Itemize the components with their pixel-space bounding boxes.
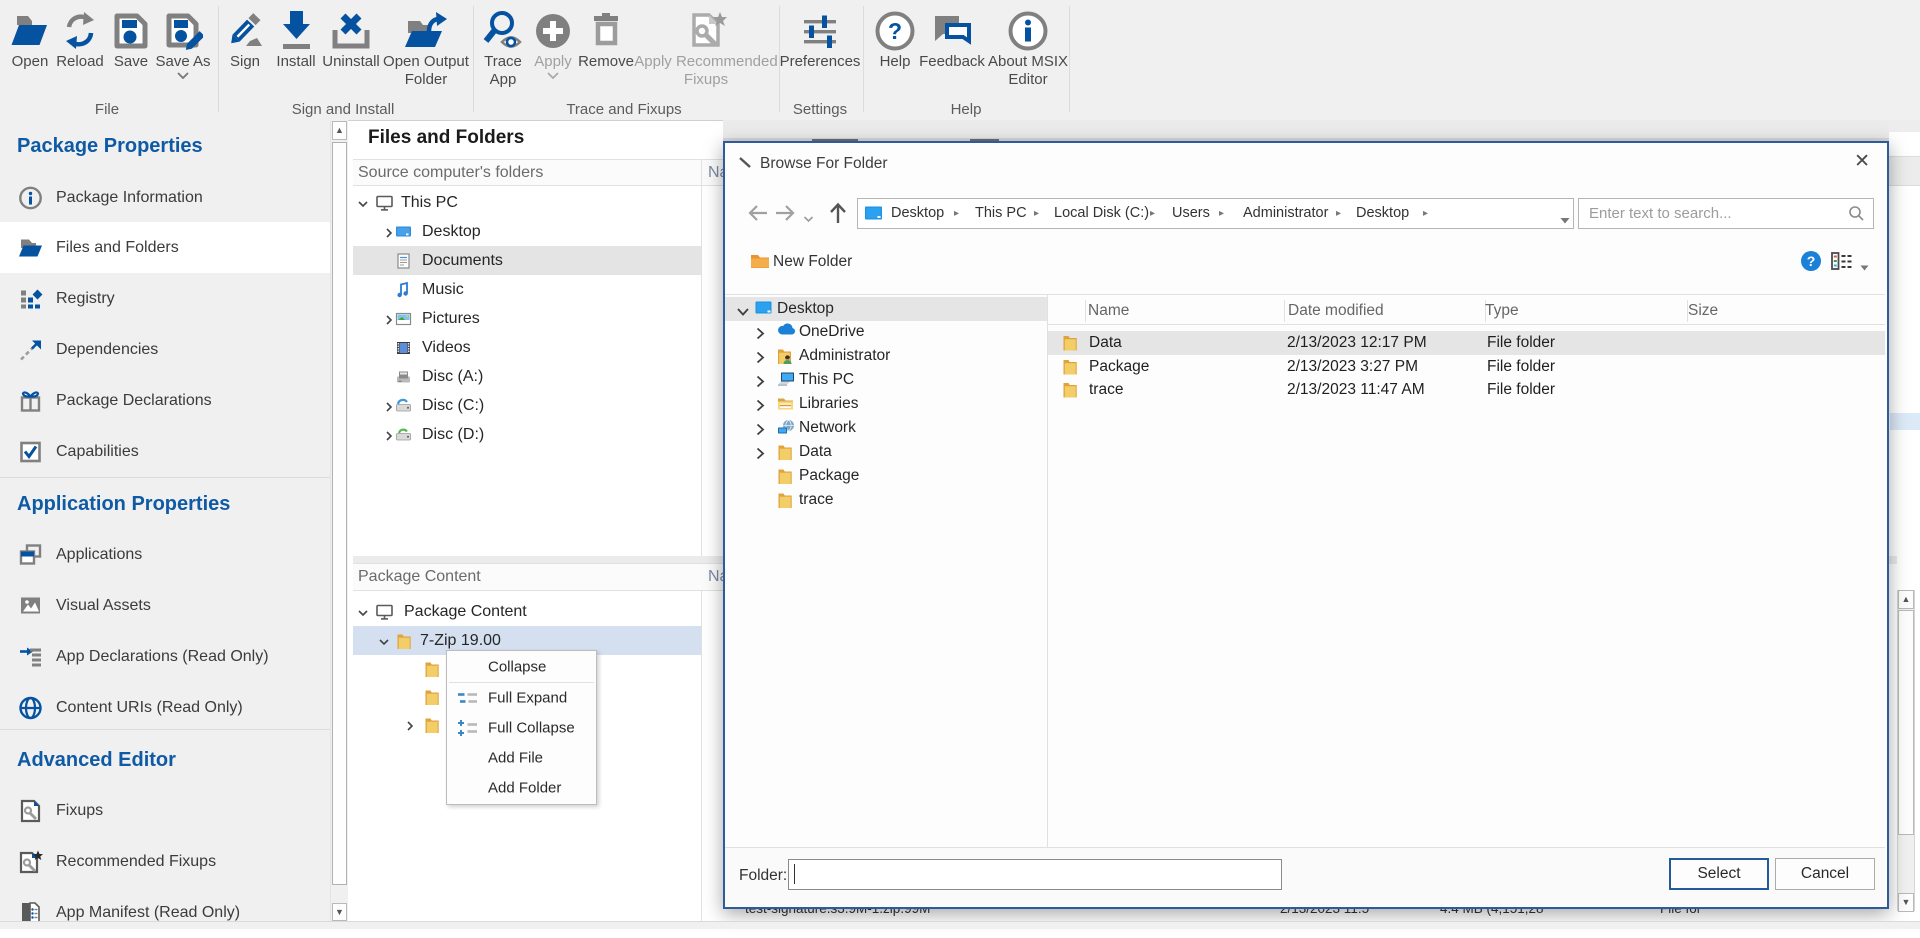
- svg-text:?: ?: [888, 18, 902, 44]
- svg-text:?: ?: [1807, 253, 1816, 269]
